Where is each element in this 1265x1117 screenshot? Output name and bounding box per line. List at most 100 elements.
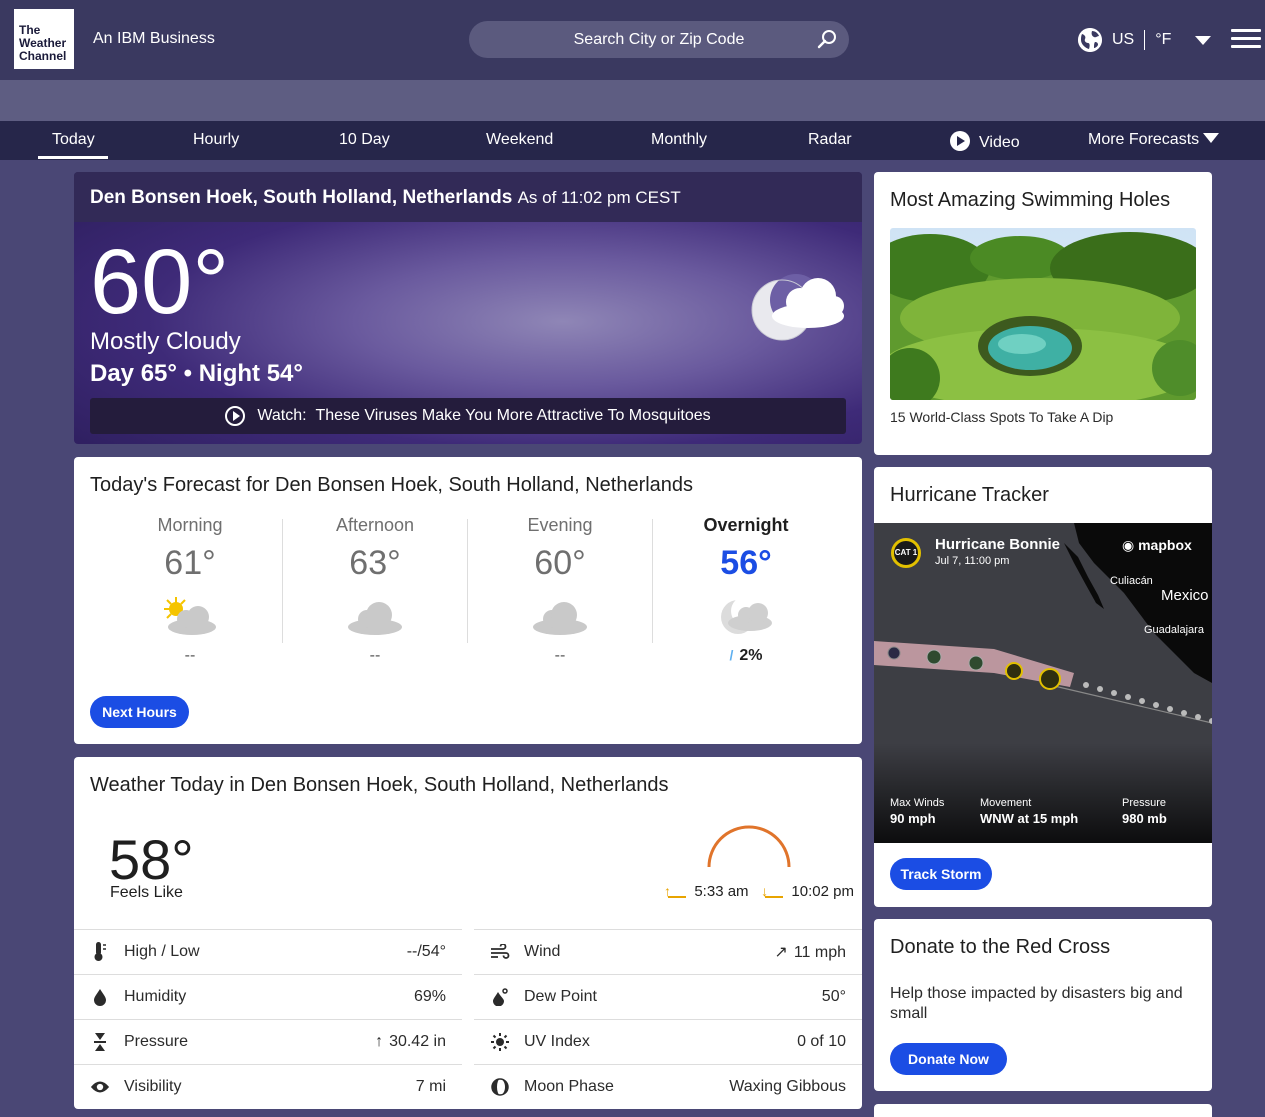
mapbox-icon: ◉ (1122, 537, 1135, 553)
map-label-mexico: Mexico (1161, 587, 1209, 604)
pressure-icon (90, 1032, 110, 1052)
period-temp: 56° (720, 544, 772, 582)
play-icon (950, 131, 970, 151)
period-name: Morning (157, 515, 223, 535)
unit-label: °F (1155, 31, 1172, 48)
donate-card: Donate to the Red Cross Help those impac… (874, 919, 1212, 1091)
sun-times: ↑ 5:33 am ↓ 10:02 pm (664, 883, 854, 900)
pressure-label: Pressure (1122, 797, 1167, 809)
track-storm-button[interactable]: Track Storm (890, 858, 992, 890)
tab-10-day[interactable]: 10 Day (339, 131, 390, 149)
period-name: Afternoon (335, 515, 415, 535)
movement-stat: Movement WNW at 15 mph (980, 797, 1078, 826)
pressure-value: 980 mb (1122, 811, 1167, 826)
detail-label: Wind (524, 943, 561, 960)
detail-value: --/54° (406, 943, 446, 960)
storm-time: Jul 7, 11:00 pm (935, 555, 1010, 567)
humidity-icon (90, 987, 110, 1007)
current-temperature: 60° (90, 231, 230, 333)
active-tab-indicator (38, 156, 108, 159)
detail-label: Moon Phase (524, 1078, 614, 1095)
storm-name: Hurricane Bonnie (935, 536, 1061, 553)
period-name: Evening (527, 515, 593, 535)
column-gap (462, 929, 474, 1109)
pressure-stat: Pressure 980 mb (1122, 797, 1167, 826)
hurricane-tracker-card: Hurricane Tracker CAT 1 Hurricane Bonnie… (874, 467, 1212, 907)
period-temp: 60° (534, 544, 586, 582)
detail-row-humidity: Humidity 69% (74, 974, 462, 1019)
tab-weekend[interactable]: Weekend (486, 131, 553, 149)
watch-label: Watch: (257, 407, 307, 424)
thermometer-icon (90, 942, 110, 962)
detail-label: Dew Point (524, 988, 597, 1005)
detail-row-moon-phase: Moon Phase Waxing Gibbous (474, 1064, 862, 1109)
category-badge: CAT 1 (891, 538, 921, 568)
detail-value-text: 11 mph (793, 944, 846, 961)
detail-label: UV Index (524, 1033, 590, 1050)
todays-forecast-title: Today's Forecast for Den Bonsen Hoek, So… (90, 474, 694, 496)
moon-phase-icon (490, 1077, 510, 1097)
locale-selector[interactable]: US °F (1078, 28, 1212, 52)
period-precip: / 2% (653, 647, 839, 665)
movement-value: WNW at 15 mph (980, 811, 1079, 826)
uv-icon (490, 1032, 510, 1052)
swimming-holes-card[interactable]: Most Amazing Swimming Holes 15 World-Cla… (874, 172, 1212, 455)
next-sidebar-card (874, 1104, 1212, 1117)
period-precip: -- (184, 647, 196, 664)
weather-today-title: Weather Today in Den Bonsen Hoek, South … (90, 774, 669, 796)
donate-now-button[interactable]: Donate Now (890, 1043, 1007, 1075)
tab-monthly[interactable]: Monthly (651, 131, 707, 149)
detail-label: High / Low (124, 943, 200, 960)
region-label: US (1112, 31, 1135, 48)
hamburger-menu-icon[interactable] (1231, 29, 1261, 49)
map-label-culiacan: Culiacán (1110, 575, 1153, 587)
mapbox-logo: ◉ mapbox (1122, 537, 1192, 554)
wind-direction-icon: ↗ (774, 944, 788, 961)
swimming-hole-image[interactable] (890, 228, 1196, 400)
detail-row-pressure: Pressure ↑ 30.42 in (74, 1019, 462, 1064)
detail-value: ↗ 11 mph (774, 942, 846, 962)
globe-icon (1078, 28, 1102, 52)
hurricane-tracker-title: Hurricane Tracker (890, 484, 1049, 506)
detail-row-wind: Wind ↗ 11 mph (474, 929, 862, 974)
tab-more-label: More Forecasts (1088, 131, 1200, 148)
max-winds-value: 90 mph (890, 811, 936, 826)
feels-like-temp: 58° (109, 828, 194, 891)
tab-radar[interactable]: Radar (808, 131, 852, 149)
search-placeholder: Search City or Zip Code (573, 30, 745, 48)
tab-video-label: Video (979, 134, 1020, 151)
weather-channel-logo[interactable]: The Weather Channel (14, 9, 74, 69)
detail-value: 50° (821, 988, 846, 1005)
chevron-down-icon (1203, 133, 1220, 143)
period-temp: 61° (164, 544, 216, 582)
detail-value: 69% (413, 988, 446, 1005)
period-precip-value: 2% (739, 647, 763, 664)
ibm-tagline: An IBM Business (93, 30, 215, 47)
search-icon[interactable] (817, 29, 837, 49)
watch-title: These Viruses Make You More Attractive T… (315, 407, 711, 424)
search-input[interactable]: Search City or Zip Code (469, 21, 849, 58)
tab-hourly[interactable]: Hourly (193, 131, 239, 149)
tab-video[interactable]: Video (950, 131, 1020, 152)
forecast-period-afternoon: Afternoon 63° -- (282, 515, 468, 665)
promo-caption[interactable]: 15 World-Class Spots To Take A Dip (890, 409, 1113, 425)
period-name: Overnight (703, 515, 789, 535)
promo-title[interactable]: Most Amazing Swimming Holes (890, 189, 1170, 212)
detail-row-high-low: High / Low --/54° (74, 929, 462, 974)
todays-forecast-card: Today's Forecast for Den Bonsen Hoek, So… (74, 457, 862, 744)
tab-today[interactable]: Today (52, 131, 95, 149)
watch-video-link[interactable]: Watch: These Viruses Make You More Attra… (90, 398, 846, 434)
max-winds-stat: Max Winds 90 mph (890, 797, 944, 826)
next-hours-button[interactable]: Next Hours (90, 696, 189, 728)
partly-sunny-icon (164, 597, 216, 635)
tab-more-forecasts[interactable]: More Forecasts (1088, 131, 1220, 149)
night-cloudy-icon (721, 596, 772, 634)
forecast-nav: Today Hourly 10 Day Weekend Monthly Rada… (0, 121, 1265, 160)
visibility-icon (90, 1077, 110, 1097)
play-circle-icon (225, 406, 246, 426)
hurricane-map[interactable]: CAT 1 Hurricane Bonnie Jul 7, 11:00 pm ◉… (874, 523, 1212, 843)
donate-title: Donate to the Red Cross (890, 936, 1111, 958)
detail-value-text: 30.42 in (389, 1033, 446, 1050)
current-location-header: Den Bonsen Hoek, South Holland, Netherla… (74, 172, 862, 222)
detail-value: 0 of 10 (797, 1033, 846, 1050)
